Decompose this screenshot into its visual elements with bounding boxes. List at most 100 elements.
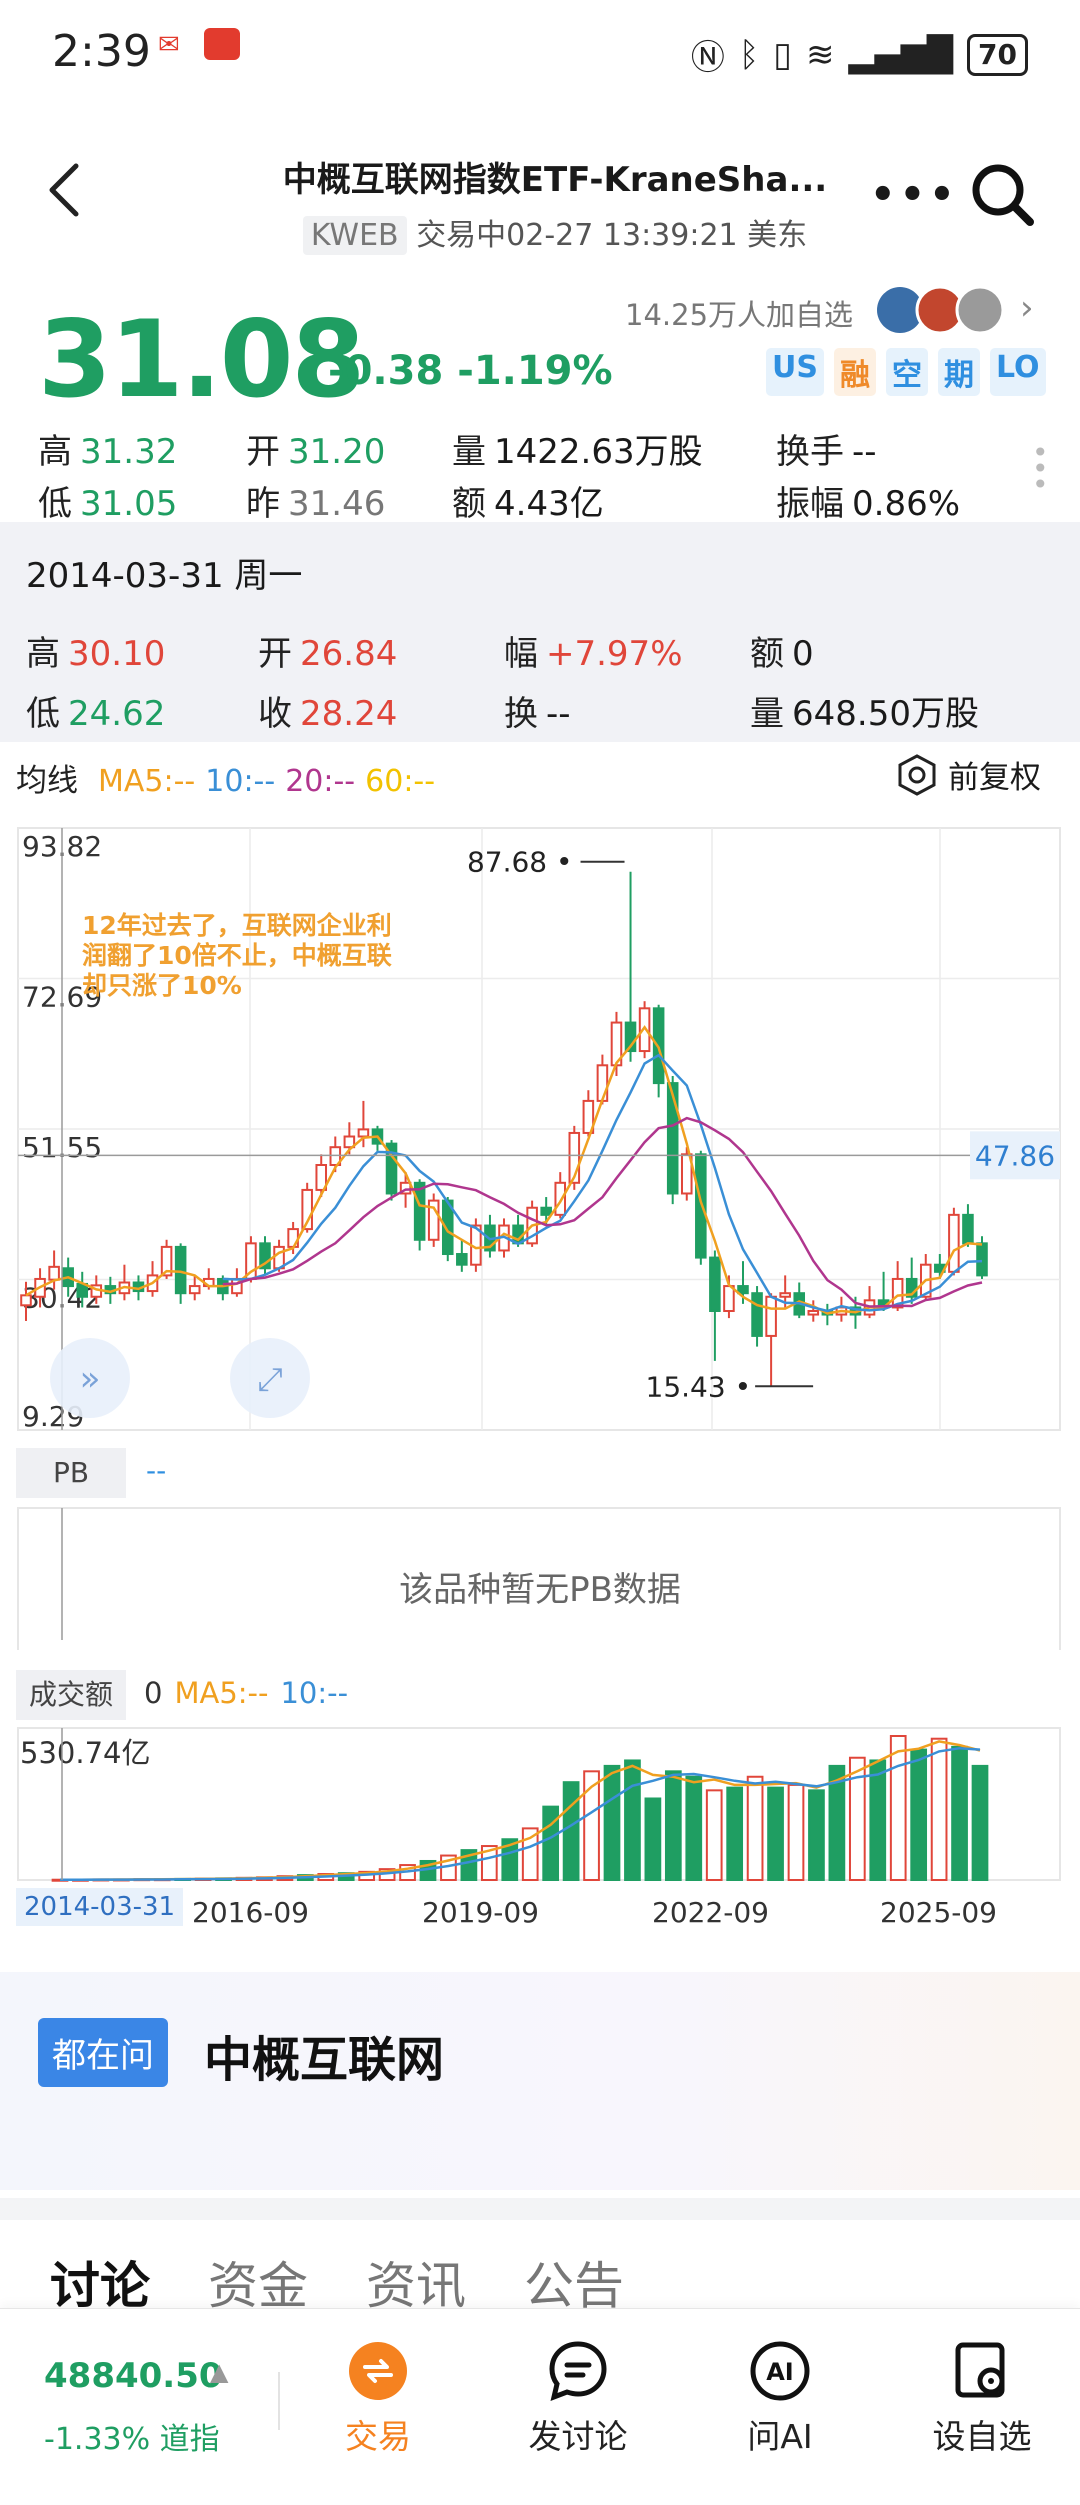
nav-set-watchlist[interactable]: 设自选 — [902, 2340, 1062, 2458]
turnover-bar — [726, 1786, 744, 1881]
badge-margin[interactable]: 融 — [833, 348, 876, 396]
turnover-value: 0 — [144, 1676, 163, 1710]
turnover-bar — [787, 1783, 805, 1881]
price-change: -0.38 -1.19% — [328, 348, 613, 394]
turnover-bar — [705, 1789, 723, 1881]
index-value[interactable]: 48840.50 — [44, 2356, 223, 2396]
quote-stat-label: 换手 — [776, 432, 844, 472]
candle-body — [737, 1285, 749, 1295]
candle-body — [779, 1292, 791, 1298]
nav-ask-ai[interactable]: AI 问AI — [700, 2340, 860, 2458]
turnover-ma10: 10:-- — [280, 1676, 349, 1710]
market-badges: US 融 空 期 LO — [766, 348, 1046, 396]
quote-stat-value: 31.46 — [288, 484, 386, 524]
more-options-button[interactable]: ••• — [870, 172, 959, 218]
expand-dots-icon[interactable]: • • • — [1032, 439, 1049, 499]
candle-body — [540, 1206, 552, 1216]
nav-post[interactable]: 发讨论 — [498, 2340, 658, 2458]
turnover-chart[interactable] — [0, 1718, 1080, 1888]
quote-stat-cell: 高 31.32 — [38, 424, 177, 473]
turnover-bar — [930, 1737, 948, 1882]
signal-icon: ▂▄▆█ — [848, 34, 954, 75]
quote-stat-label: 额 — [452, 484, 486, 524]
day-stat-cell: 收 28.24 — [258, 686, 397, 735]
quote-stat-label: 高 — [38, 432, 72, 472]
caret-up-icon: ▲ — [210, 2358, 229, 2386]
price-line-label: 47.86 — [975, 1139, 1055, 1172]
quote-stat-value: 31.32 — [80, 432, 178, 472]
quote-stat-cell: 振幅 0.86% — [776, 476, 960, 525]
turnover-bar — [808, 1789, 825, 1881]
watcher-avatars[interactable] — [875, 285, 1010, 335]
turnover-bar — [889, 1735, 907, 1881]
kline-chart[interactable]: 93.8272.6951.5530.429.2987.68 •15.43 •47… — [0, 800, 1080, 1650]
badge-short[interactable]: 空 — [885, 348, 928, 396]
ma5-line — [25, 1025, 983, 1315]
day-stat-value: +7.97% — [546, 634, 683, 674]
ma-title[interactable]: 均线 — [16, 755, 78, 800]
turnover-bar — [664, 1770, 682, 1881]
chart-annotation-line: 却只涨了10% — [82, 971, 242, 1000]
candle-body — [709, 1256, 721, 1312]
candle-body — [554, 1181, 567, 1216]
nav-divider — [278, 2372, 280, 2430]
day-stat-label: 换 — [504, 694, 538, 734]
nfc-icon: Ⓝ — [690, 38, 725, 78]
pb-label[interactable]: PB — [16, 1448, 126, 1498]
turnover-bar — [685, 1775, 703, 1882]
turnover-bar — [603, 1764, 621, 1881]
nav-trade[interactable]: 交易 — [298, 2340, 458, 2458]
day-stat-cell: 开 26.84 — [258, 626, 397, 675]
quote-stat-value: 0.86% — [852, 484, 961, 524]
status-time: 2:39 — [52, 26, 151, 77]
ma20-label: 20:-- — [285, 764, 356, 799]
nav-trade-label: 交易 — [345, 2417, 411, 2456]
turnover-ma-legend: 0 MA5:-- 10:-- — [144, 1676, 348, 1710]
search-button[interactable] — [968, 160, 1038, 230]
quote-stat-label: 低 — [38, 484, 72, 524]
quote-stat-cell: 量 1422.63万股 — [452, 424, 703, 473]
ask-title[interactable]: 中概互联网 — [204, 2020, 444, 2090]
day-date: 2014-03-31 周一 — [26, 556, 303, 596]
x-tick-2025: 2025-09 — [880, 1896, 997, 1929]
turnover-bar — [869, 1759, 887, 1882]
last-price: 31.08 — [38, 298, 365, 421]
wifi-icon: ≋ — [805, 34, 835, 75]
battery-indicator: 70 — [967, 33, 1028, 76]
quote-stat-label: 振幅 — [776, 484, 844, 524]
adjust-label: 前复权 — [948, 760, 1041, 796]
badge-options[interactable]: 期 — [937, 348, 980, 396]
quote-stat-value: 31.20 — [288, 432, 386, 472]
quote-stat-cell: 昨 31.46 — [246, 476, 385, 525]
day-stat-label: 低 — [26, 694, 60, 734]
ma5-label: MA5:-- — [98, 764, 196, 799]
quote-stat-label: 昨 — [246, 484, 280, 524]
day-stat-value: 28.24 — [300, 694, 398, 734]
chevron-right-icon[interactable]: › — [1020, 288, 1034, 328]
day-stat-value: 26.84 — [300, 634, 398, 674]
turnover-bar — [521, 1827, 539, 1881]
badge-us[interactable]: US — [766, 348, 824, 396]
svg-text:AI: AI — [766, 2358, 794, 2386]
candle-body — [765, 1295, 777, 1337]
turnover-label[interactable]: 成交额 — [16, 1670, 126, 1720]
candle-body — [413, 1181, 426, 1241]
day-stat-cell: 幅 +7.97% — [504, 626, 683, 675]
quote-stat-value: 4.43亿 — [494, 484, 604, 524]
candle-body — [174, 1245, 187, 1295]
index-change[interactable]: -1.33% 道指 — [44, 2414, 220, 2458]
badge-lo[interactable]: LO — [989, 348, 1046, 396]
adjust-setting[interactable]: 前复权 — [896, 752, 1041, 797]
quote-stat-cell: 换手 -- — [776, 424, 877, 473]
quote-stat-value: 31.05 — [80, 484, 178, 524]
turnover-bar — [562, 1781, 580, 1881]
watchers-count[interactable]: 14.25万人加自选 — [625, 292, 853, 334]
chart-annotation-line: 12年过去了，互联网企业利 — [82, 911, 392, 940]
quote-stat-cell: 低 31.05 — [38, 476, 177, 525]
candle-body — [695, 1153, 707, 1259]
turnover-bar — [644, 1797, 662, 1881]
pb-value: -- — [146, 1454, 167, 1487]
pb-empty-message: 该品种暂无PB数据 — [399, 1570, 681, 1610]
bluetooth-icon: ᛒ — [738, 34, 760, 75]
day-stat-label: 量 — [750, 694, 784, 734]
